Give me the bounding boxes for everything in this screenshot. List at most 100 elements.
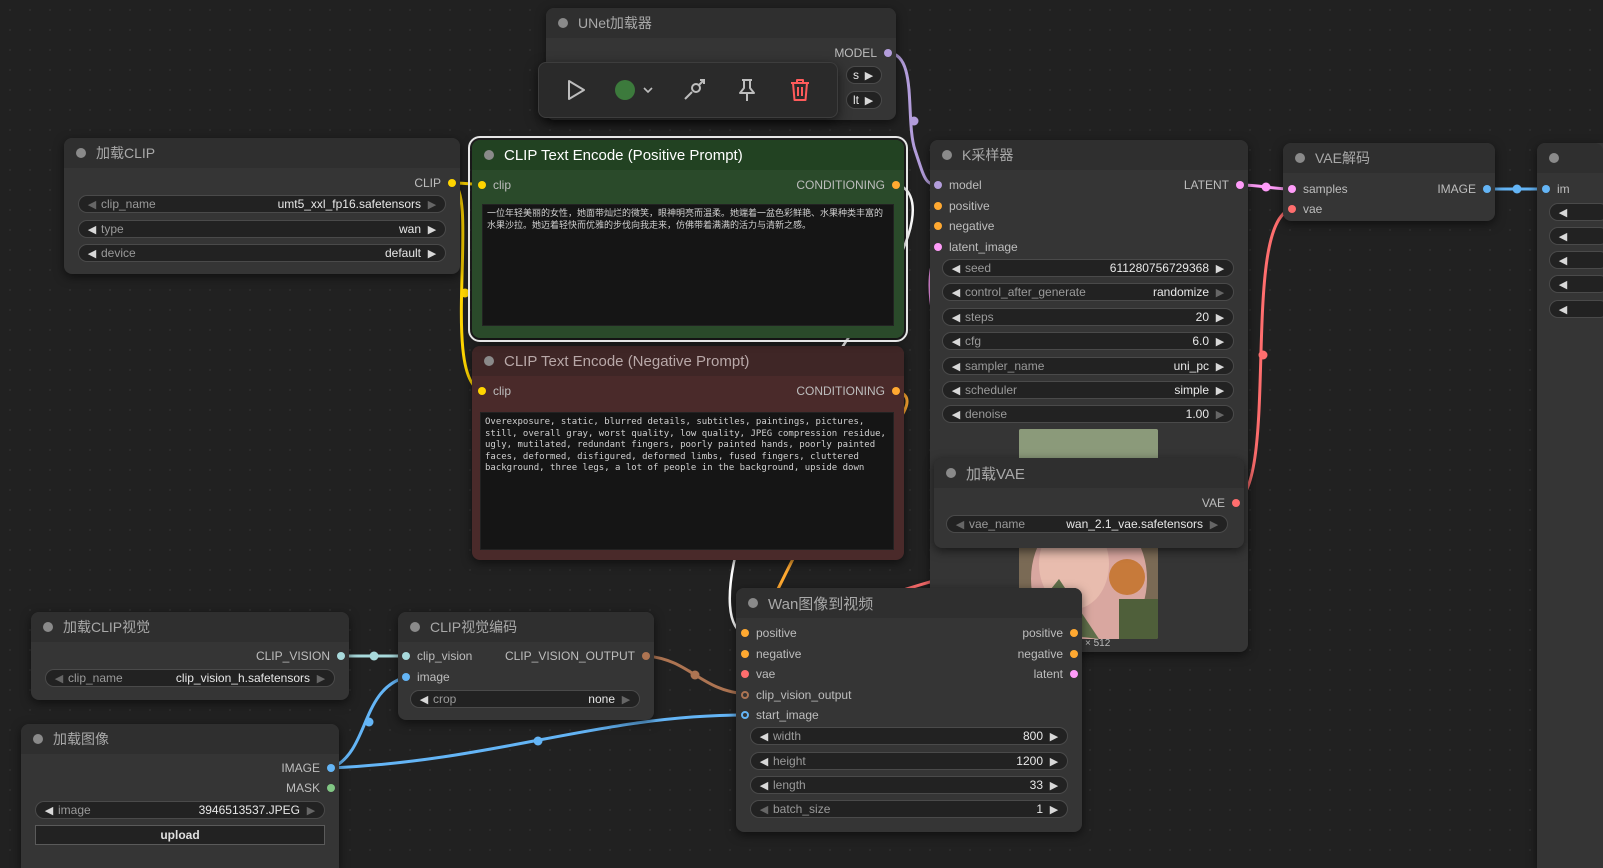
widget-vae-name[interactable]: ◀ vae_name wan_2.1_vae.safetensors ▶: [946, 515, 1228, 533]
collapse-dot-icon[interactable]: [33, 734, 43, 744]
arrow-left-icon[interactable]: ◀: [42, 804, 56, 817]
arrow-left-icon[interactable]: ◀: [949, 360, 963, 373]
input-negative[interactable]: negative: [741, 646, 801, 662]
node-title[interactable]: 加载图像: [21, 724, 339, 754]
arrow-left-icon[interactable]: ◀: [949, 335, 963, 348]
partial-widget-3[interactable]: ◀: [1549, 251, 1603, 269]
arrow-left-icon[interactable]: ◀: [85, 198, 99, 211]
arrow-right-icon[interactable]: ▶: [863, 69, 875, 82]
node-graph-canvas[interactable]: UNet加载器 MODEL s ▶ lt ▶ 加载CLIP CLIP ◀ clip_n…: [0, 0, 1603, 868]
pin-icon[interactable]: [934, 243, 942, 251]
output-negative[interactable]: negative: [1018, 646, 1078, 662]
widget-scheduler[interactable]: ◀ scheduler simple ▶: [942, 381, 1234, 399]
partial-widget-1[interactable]: ◀: [1549, 203, 1603, 221]
collapse-dot-icon[interactable]: [942, 150, 952, 160]
arrow-right-icon[interactable]: ▶: [1213, 408, 1227, 421]
arrow-right-icon[interactable]: ▶: [1213, 335, 1227, 348]
input-samples[interactable]: samples: [1288, 181, 1348, 197]
collapse-dot-icon[interactable]: [748, 598, 758, 608]
input-negative[interactable]: negative: [934, 218, 994, 234]
widget-image[interactable]: ◀ image 3946513537.JPEG ▶: [35, 801, 325, 819]
input-start-image[interactable]: start_image: [741, 707, 819, 723]
collapse-dot-icon[interactable]: [484, 150, 494, 160]
output-conditioning[interactable]: CONDITIONING: [796, 383, 900, 399]
pin-icon[interactable]: [934, 202, 942, 210]
widget-length[interactable]: ◀ length 33 ▶: [750, 776, 1068, 794]
color-picker-button[interactable]: [611, 72, 659, 108]
partial-widget-2[interactable]: ◀: [1549, 227, 1603, 245]
arrow-left-icon[interactable]: ◀: [85, 247, 99, 260]
output-image[interactable]: IMAGE: [1437, 181, 1491, 197]
pin-icon[interactable]: [1070, 670, 1078, 678]
widget-clip-name[interactable]: ◀ clip_name clip_vision_h.safetensors ▶: [45, 669, 335, 687]
input-vae[interactable]: vae: [741, 666, 775, 682]
collapse-dot-icon[interactable]: [558, 18, 568, 28]
output-model[interactable]: MODEL: [834, 45, 892, 61]
pin-icon[interactable]: [327, 764, 335, 772]
arrow-left-icon[interactable]: ◀: [1556, 206, 1570, 219]
widget-steps[interactable]: ◀ steps 20 ▶: [942, 308, 1234, 326]
node-clip-vision-encode[interactable]: CLIP视觉编码 clip_vision image CLIP_VISION_O…: [398, 612, 654, 720]
node-load-image[interactable]: 加载图像 IMAGE MASK ◀ image 3946513537.JPEG ▶ u…: [21, 724, 339, 868]
widget-type[interactable]: ◀ type wan ▶: [78, 220, 446, 238]
arrow-left-icon[interactable]: ◀: [757, 803, 771, 816]
arrow-right-icon[interactable]: ▶: [619, 693, 633, 706]
output-clip[interactable]: CLIP: [414, 175, 456, 191]
node-title[interactable]: CLIP Text Encode (Negative Prompt): [472, 346, 904, 376]
arrow-right-icon[interactable]: ▶: [1047, 755, 1061, 768]
pin-icon[interactable]: [741, 711, 749, 719]
node-save-partial[interactable]: im ◀ ◀ ◀ ◀ ◀: [1537, 143, 1603, 868]
arrow-left-icon[interactable]: ◀: [1556, 230, 1570, 243]
upload-button[interactable]: upload: [35, 825, 325, 845]
arrow-right-icon[interactable]: ▶: [1213, 360, 1227, 373]
arrow-left-icon[interactable]: ◀: [417, 693, 431, 706]
node-title[interactable]: CLIP视觉编码: [398, 612, 654, 642]
output-clip-vision[interactable]: CLIP_VISION: [256, 648, 345, 664]
collapse-dot-icon[interactable]: [43, 622, 53, 632]
arrow-right-icon[interactable]: ▶: [1213, 262, 1227, 275]
arrow-right-icon[interactable]: ▶: [1213, 286, 1227, 299]
arrow-left-icon[interactable]: ◀: [1556, 303, 1570, 316]
pin-icon[interactable]: [1236, 181, 1244, 189]
delete-button[interactable]: [782, 72, 818, 108]
unet-widget-1[interactable]: s ▶: [846, 66, 882, 84]
input-model[interactable]: model: [934, 177, 982, 193]
input-clip-vision-output[interactable]: clip_vision_output: [741, 687, 851, 703]
arrow-left-icon[interactable]: ◀: [757, 730, 771, 743]
widget-batch-size[interactable]: ◀ batch_size 1 ▶: [750, 800, 1068, 818]
pin-icon[interactable]: [884, 49, 892, 57]
pin-icon[interactable]: [1288, 205, 1296, 213]
arrow-left-icon[interactable]: ◀: [85, 223, 99, 236]
widget-height[interactable]: ◀ height 1200 ▶: [750, 752, 1068, 770]
pin-icon[interactable]: [402, 652, 410, 660]
arrow-right-icon[interactable]: ▶: [1047, 730, 1061, 743]
output-positive[interactable]: positive: [1022, 625, 1078, 641]
pin-icon[interactable]: [1288, 185, 1296, 193]
node-load-vae[interactable]: 加载VAE VAE ◀ vae_name wan_2.1_vae.safetenso…: [934, 458, 1244, 548]
arrow-left-icon[interactable]: ◀: [949, 311, 963, 324]
widget-cfg[interactable]: ◀ cfg 6.0 ▶: [942, 332, 1234, 350]
collapse-dot-icon[interactable]: [1295, 153, 1305, 163]
arrow-left-icon[interactable]: ◀: [1556, 278, 1570, 291]
arrow-right-icon[interactable]: ▶: [425, 247, 439, 260]
collapse-dot-icon[interactable]: [1549, 153, 1559, 163]
node-title[interactable]: 加载CLIP: [64, 138, 460, 168]
pin-icon[interactable]: [478, 387, 486, 395]
node-ksampler[interactable]: K采样器 model positive negative latent_imag…: [930, 140, 1248, 652]
pin-icon[interactable]: [1070, 629, 1078, 637]
arrow-right-icon[interactable]: ▶: [1213, 384, 1227, 397]
output-latent[interactable]: latent: [1034, 666, 1078, 682]
prompt-textarea[interactable]: Overexposure, static, blurred details, s…: [480, 412, 894, 550]
arrow-left-icon[interactable]: ◀: [757, 755, 771, 768]
arrow-left-icon[interactable]: ◀: [949, 262, 963, 275]
arrow-right-icon[interactable]: ▶: [425, 223, 439, 236]
widget-crop[interactable]: ◀ crop none ▶: [410, 690, 640, 708]
node-title[interactable]: [1537, 143, 1603, 173]
widget-denoise[interactable]: ◀ denoise 1.00 ▶: [942, 405, 1234, 423]
input-clip[interactable]: clip: [478, 383, 511, 399]
arrow-right-icon[interactable]: ▶: [425, 198, 439, 211]
output-mask[interactable]: MASK: [286, 780, 335, 796]
arrow-right-icon[interactable]: ▶: [1047, 779, 1061, 792]
arrow-right-icon[interactable]: ▶: [1207, 518, 1221, 531]
node-clip-vision-loader[interactable]: 加载CLIP视觉 CLIP_VISION ◀ clip_name clip_visi…: [31, 612, 349, 700]
